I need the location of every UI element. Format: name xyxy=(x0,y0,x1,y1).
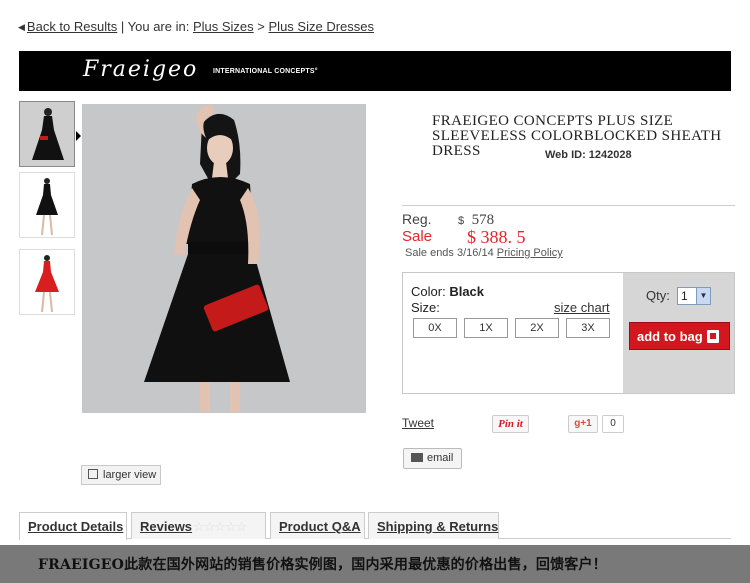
brand-tagline: INTERNATIONAL CONCEPTS° xyxy=(213,68,318,75)
brand-logo: Fraeigeo xyxy=(83,57,199,82)
thumbnail-2-image xyxy=(20,173,74,237)
back-arrow-icon: ◀ xyxy=(18,22,25,32)
tab-shipping-returns-label: Shipping & Returns xyxy=(377,519,499,534)
thumbnail-3-image xyxy=(20,250,74,314)
thumbnail-1[interactable] xyxy=(19,101,75,167)
you-are-in-label: You are in: xyxy=(127,19,190,34)
breadcrumb-plus-size-dresses[interactable]: Plus Size Dresses xyxy=(269,19,374,34)
tab-reviews[interactable]: Reviews☆☆☆☆☆ xyxy=(131,512,266,539)
envelope-icon xyxy=(411,453,423,462)
back-to-results-link[interactable]: Back to Results xyxy=(27,19,117,34)
email-label: email xyxy=(427,452,454,464)
color-label: Color: Black xyxy=(411,284,484,299)
pricing-policy-link[interactable]: Pricing Policy xyxy=(497,247,563,259)
email-button[interactable]: email xyxy=(403,448,462,469)
reg-amount: 578 xyxy=(464,212,495,228)
shopping-bag-icon xyxy=(706,330,719,343)
thumbnail-3[interactable] xyxy=(19,249,75,315)
qty-select[interactable]: 1 ▼ xyxy=(677,287,711,305)
size-option-3x[interactable]: 3X xyxy=(566,318,610,338)
size-label: Size: xyxy=(411,300,440,315)
add-to-bag-label: add to bag xyxy=(637,329,703,344)
product-photo xyxy=(82,104,366,413)
thumbnail-2[interactable] xyxy=(19,172,75,238)
magnify-icon xyxy=(88,469,98,479)
web-id: Web ID: 1242028 xyxy=(545,149,632,161)
brand-banner[interactable]: Fraeigeo INTERNATIONAL CONCEPTS° xyxy=(19,51,731,91)
main-product-image[interactable] xyxy=(82,104,366,413)
thumbnail-1-image xyxy=(20,102,74,166)
rating-stars-icon: ☆☆☆☆☆ xyxy=(193,519,247,534)
google-plus-button[interactable]: g+1 xyxy=(568,415,598,433)
breadcrumb-plus-sizes[interactable]: Plus Sizes xyxy=(193,19,254,34)
larger-view-label: larger view xyxy=(103,469,157,481)
qty-label: Qty: xyxy=(646,288,670,303)
sale-ends-date: Sale ends 3/16/14 xyxy=(405,247,494,259)
color-label-text: Color: xyxy=(411,284,446,299)
qty-value: 1 xyxy=(681,289,688,303)
tweet-link[interactable]: Tweet xyxy=(402,416,434,430)
reg-price-label: Reg. xyxy=(402,211,432,227)
tab-reviews-label: Reviews xyxy=(140,519,193,534)
size-option-1x[interactable]: 1X xyxy=(464,318,508,338)
tab-product-qa-label: Product Q&A xyxy=(279,519,361,534)
tab-product-details[interactable]: Product Details xyxy=(19,512,127,540)
tab-shipping-returns[interactable]: Shipping & Returns xyxy=(368,512,499,539)
divider xyxy=(402,205,735,206)
thumbnail-selected-pointer-icon xyxy=(76,131,81,141)
breadcrumb-gt: > xyxy=(257,19,265,34)
sale-price-value: $ 388. 5 xyxy=(467,227,526,247)
chevron-down-icon[interactable]: ▼ xyxy=(696,288,710,304)
size-chart-link[interactable]: size chart xyxy=(554,300,610,315)
tab-product-details-label: Product Details xyxy=(28,519,124,534)
sale-ends-text: Sale ends 3/16/14 Pricing Policy xyxy=(405,247,563,259)
breadcrumb: ◀ Back to Results | You are in: Plus Size… xyxy=(18,19,374,34)
promo-overlay-banner: FRAEIGEO此款在国外网站的销售价格实例图，国内采用最优惠的价格出售，回馈客… xyxy=(0,545,750,583)
size-option-2x[interactable]: 2X xyxy=(515,318,559,338)
tab-product-qa[interactable]: Product Q&A xyxy=(270,512,365,539)
add-to-bag-button[interactable]: add to bag xyxy=(629,322,730,350)
pinterest-button[interactable]: Pin it xyxy=(492,415,529,433)
breadcrumb-separator: | xyxy=(120,19,125,34)
sale-price-label: Sale xyxy=(402,228,433,245)
google-plus-count: 0 xyxy=(602,415,624,433)
color-value: Black xyxy=(449,284,485,299)
size-option-0x[interactable]: 0X xyxy=(413,318,457,338)
larger-view-button[interactable]: larger view xyxy=(81,465,161,485)
